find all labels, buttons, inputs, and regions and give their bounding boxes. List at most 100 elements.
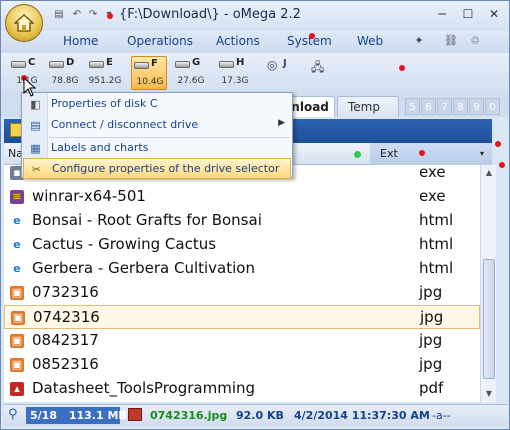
file-ext: jpg <box>419 331 443 349</box>
file-name: Bonsai - Root Grafts for Bonsai <box>32 211 262 229</box>
current-file-name: 0742316.jpg <box>150 409 228 422</box>
list-item[interactable]: e Gerbera - Gerbera Cultivation html <box>4 257 480 281</box>
drive-letter: F <box>151 58 158 69</box>
tab-number-0[interactable]: 0 <box>485 98 500 115</box>
drive-e[interactable]: E 951.2G <box>87 56 123 90</box>
drive-f[interactable]: F 10.4G <box>131 56 167 90</box>
quick-access-menu-icon[interactable]: ▤ <box>51 8 67 22</box>
column-ext-header[interactable]: Ext ▾ <box>370 143 492 165</box>
recycle-bin-icon[interactable]: ♲ <box>467 33 483 49</box>
scroll-thumb[interactable] <box>483 259 495 379</box>
hard-drive-icon <box>89 61 104 68</box>
close-icon[interactable]: ✕ <box>483 5 505 23</box>
drive-d[interactable]: D 78.8G <box>47 56 83 90</box>
ie-icon: e <box>13 238 21 251</box>
image-icon: ▣ <box>10 358 24 372</box>
selection-summary: 5/18 113.1 MB <box>26 407 127 424</box>
menu-item-connect-drive[interactable]: ▤ Connect / disconnect drive ▶ <box>23 115 291 136</box>
status-bar: ⚲ 5/18 113.1 MB 0742316.jpg 92.0 KB 4/2/… <box>4 404 508 426</box>
tab-number-5[interactable]: 5 <box>405 98 420 115</box>
tab-label: Temp <box>348 100 380 114</box>
mouse-cursor-icon <box>23 77 37 97</box>
file-name: 0852316 <box>32 355 99 373</box>
list-item[interactable]: ▣ 0852316 jpg <box>4 353 480 377</box>
status-dot-icon <box>354 151 361 158</box>
image-icon: ▣ <box>10 334 24 348</box>
menu-item-label: Properties of disk C <box>51 97 158 110</box>
drive-g[interactable]: G 27.6G <box>173 56 209 90</box>
current-file-attributes: -a-- <box>432 409 451 422</box>
hard-drive-icon <box>175 61 190 68</box>
tools-icon: ✂ <box>31 163 42 176</box>
column-ext: Ext <box>380 147 398 160</box>
drive-free-space: 10.4G <box>136 77 164 87</box>
ie-icon: e <box>13 262 21 275</box>
menu-item-labels-charts[interactable]: ▦ Labels and charts <box>23 138 291 159</box>
menu-home[interactable]: Home <box>63 34 98 48</box>
archive-icon: ≡ <box>10 190 24 204</box>
menu-item-configure-drive-selector[interactable]: ✂ Configure properties of the drive sele… <box>23 158 291 179</box>
window-title: {F:\Download\} - oMega 2.2 <box>119 7 301 22</box>
list-item[interactable]: e Cactus - Growing Cactus html <box>4 233 480 257</box>
drive-free-space: 951.2G <box>88 76 122 86</box>
file-ext: html <box>419 235 454 253</box>
tab-temp[interactable]: Temp <box>337 96 399 117</box>
network-icon[interactable]: 🖧 <box>311 58 324 79</box>
disk-properties-icon: ◧ <box>30 98 41 111</box>
link-icon[interactable]: ⛓ <box>443 33 459 49</box>
file-list: ▪ ... exe ≡ winrar-x64-501 exe e Bonsai … <box>4 165 480 402</box>
list-item[interactable]: e Bonsai - Root Grafts for Bonsai html <box>4 209 480 233</box>
menu-web[interactable]: Web <box>357 34 383 48</box>
marker-dot <box>399 65 405 71</box>
drive-selector: C 1.1G D 78.8G E 951.2G F 10.4G G 27.6G … <box>1 53 509 93</box>
file-ext: exe <box>419 165 446 181</box>
maximize-icon[interactable]: ☐ <box>457 5 479 23</box>
list-item[interactable]: ▴ Datasheet_ToolsProgramming pdf <box>4 377 480 401</box>
scroll-down-icon[interactable]: ▼ <box>481 386 497 402</box>
undo-icon[interactable]: ↶ <box>69 8 85 22</box>
submenu-arrow-icon: ▶ <box>278 118 285 128</box>
marker-dot <box>107 13 113 19</box>
file-ext: html <box>419 259 454 277</box>
file-name: Cactus - Growing Cactus <box>32 235 217 253</box>
list-item[interactable]: ▣ 0732316 jpg <box>4 281 480 305</box>
menu-operations[interactable]: Operations <box>127 34 193 48</box>
search-icon[interactable]: ⚲ <box>8 407 18 422</box>
tab-number-6[interactable]: 6 <box>421 98 436 115</box>
scroll-up-icon[interactable]: ▲ <box>481 165 497 181</box>
pdf-icon: ▴ <box>10 382 24 396</box>
sort-arrow-icon: ▾ <box>480 149 485 158</box>
menu-item-properties[interactable]: ◧ Properties of disk C <box>23 94 291 115</box>
marker-dot <box>495 141 501 147</box>
menu-item-label: Labels and charts <box>51 141 149 154</box>
app-menu-button[interactable] <box>5 4 43 42</box>
image-file-icon <box>128 408 142 421</box>
vertical-scrollbar[interactable]: ▲ ▼ <box>480 165 496 402</box>
tab-number-9[interactable]: 9 <box>469 98 484 115</box>
file-ext: html <box>419 211 454 229</box>
marker-dot <box>499 162 505 168</box>
home-icon <box>14 14 34 32</box>
file-name: 0742316 <box>33 308 100 326</box>
redo-icon[interactable]: ↷ <box>85 8 101 22</box>
selection-size: 113.1 MB <box>68 409 127 422</box>
tab-number-7[interactable]: 7 <box>437 98 452 115</box>
drive-h[interactable]: H 17.3G <box>217 56 253 90</box>
drive-j-letter[interactable]: J <box>283 58 287 69</box>
cd-drive-icon[interactable]: ◎ <box>267 58 277 72</box>
hard-drive-icon <box>219 61 234 68</box>
menu-actions[interactable]: Actions <box>216 34 260 48</box>
list-item-selected[interactable]: ▣ 0742316 jpg <box>4 305 480 329</box>
new-folder-icon[interactable]: ✦ <box>411 33 427 49</box>
list-item[interactable]: ▣ 0842317 jpg <box>4 329 480 353</box>
file-name: 0732316 <box>32 283 99 301</box>
tab-number-8[interactable]: 8 <box>453 98 468 115</box>
list-item[interactable]: ≡ winrar-x64-501 exe <box>4 185 480 209</box>
current-file-size: 92.0 KB <box>236 409 284 422</box>
minimize-icon[interactable]: ─ <box>431 5 453 23</box>
drive-context-menu: ◧ Properties of disk C ▤ Connect / disco… <box>21 92 293 179</box>
selection-count: 5/18 <box>30 409 57 422</box>
drive-letter: H <box>236 57 245 68</box>
image-icon: ▣ <box>10 286 24 300</box>
drive-letter: E <box>106 57 113 68</box>
